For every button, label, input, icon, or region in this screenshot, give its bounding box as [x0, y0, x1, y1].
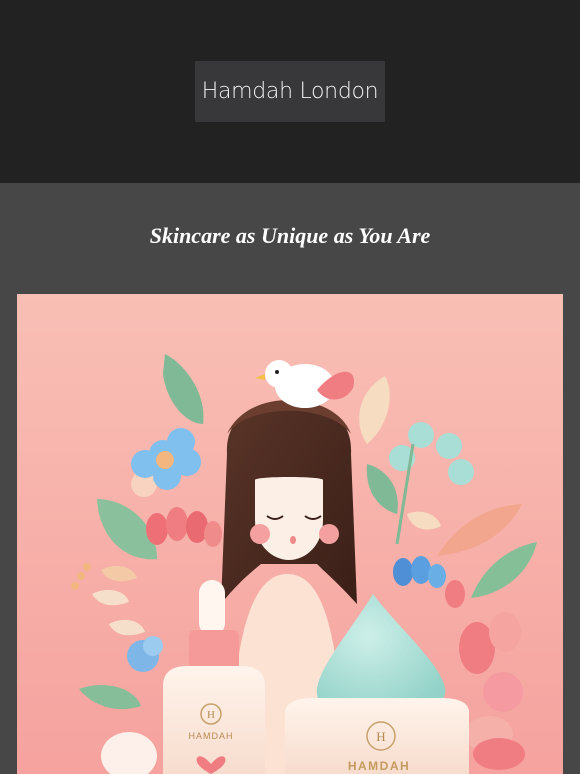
bottle-brand-label: HAMDAH	[188, 731, 233, 741]
brand-logo[interactable]: Hamdah London	[195, 61, 385, 122]
jar-monogram: H	[376, 729, 385, 744]
decor-petal	[473, 738, 525, 770]
bottle-monogram: H	[207, 709, 215, 721]
main-content: Skincare as Unique as You Are H HAMDAH H…	[0, 183, 580, 774]
page-headline: Skincare as Unique as You Are	[149, 223, 431, 248]
brand-name: Hamdah London	[201, 79, 379, 104]
site-header: Hamdah London	[0, 0, 580, 183]
hero-illustration: H HAMDAH H HAMDAH	[17, 294, 563, 774]
jar-brand-label: HAMDAH	[348, 759, 410, 773]
hero-image: H HAMDAH H HAMDAH	[17, 294, 563, 774]
